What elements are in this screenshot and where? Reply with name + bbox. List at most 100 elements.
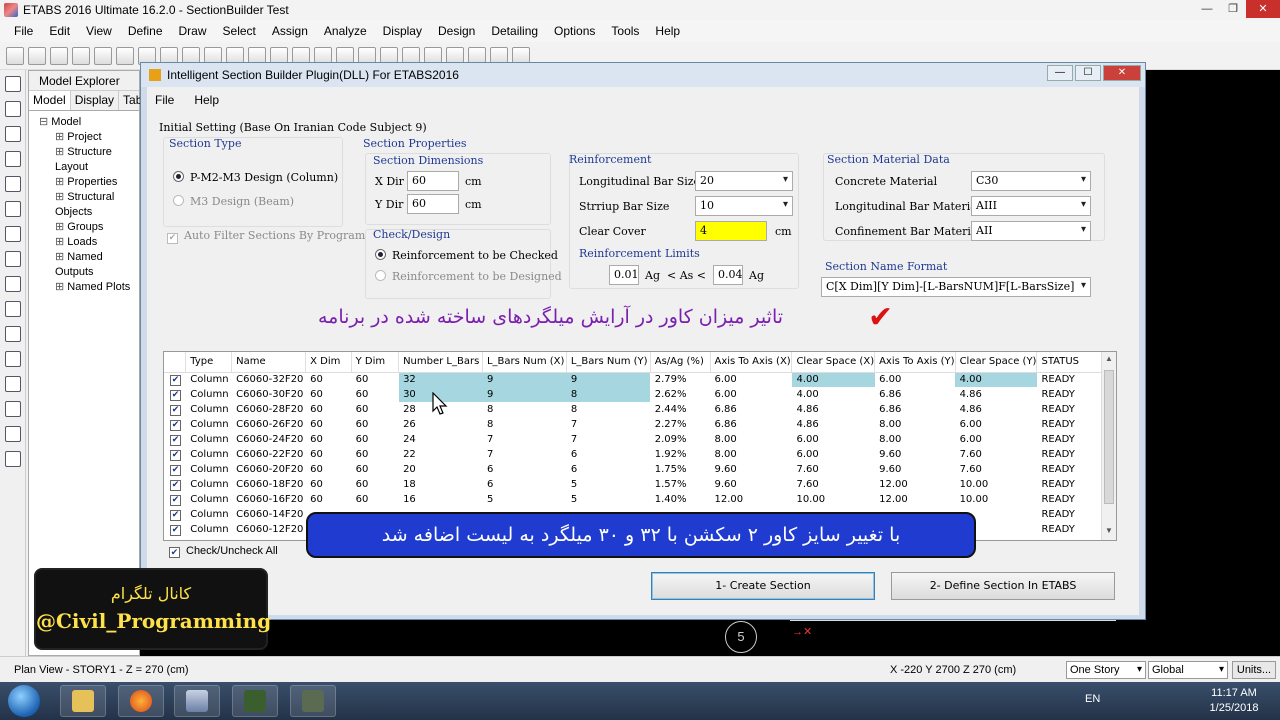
table-cell[interactable]: 4.00 (791, 372, 875, 387)
draw-beam-icon[interactable] (5, 201, 21, 217)
tree-item-structure-layout[interactable]: Structure Layout (39, 145, 139, 175)
table-cell[interactable]: 6 (566, 462, 650, 477)
table-cell[interactable]: C6060-12F20 (232, 522, 306, 537)
table-cell[interactable]: 2.62% (650, 387, 710, 402)
table-cell[interactable]: 22 (399, 447, 483, 462)
table-cell[interactable]: 60 (306, 387, 352, 402)
long-bar-size-select[interactable]: 20 (695, 171, 793, 191)
col-axis-y[interactable]: Axis To Axis (Y) (874, 352, 956, 373)
table-cell[interactable]: 6.00 (875, 372, 955, 387)
close-button[interactable]: ✕ (1246, 0, 1280, 18)
table-cell[interactable]: 9 (482, 387, 567, 402)
table-cell[interactable]: Column (186, 402, 232, 417)
table-cell[interactable]: 60 (351, 462, 398, 477)
scroll-down-icon[interactable]: ▼ (1105, 526, 1113, 535)
table-cell[interactable]: 4.86 (955, 402, 1037, 417)
tree-item-structural-objects[interactable]: Structural Objects (39, 190, 139, 220)
table-cell[interactable]: 6.00 (955, 417, 1037, 432)
tree-item-groups[interactable]: Groups (39, 220, 139, 235)
table-cell[interactable]: C6060-24F20 (232, 432, 306, 447)
table-cell[interactable]: 9.60 (875, 462, 955, 477)
table-row[interactable]: ✔ Column C6060-30F20 60 60 30 9 8 2.62% 6.00 4.00 6… (164, 387, 1116, 402)
row-checkbox[interactable]: ✔ (164, 417, 186, 432)
menu-view[interactable]: View (78, 24, 120, 38)
table-cell[interactable]: 6 (482, 477, 566, 492)
row-checkbox[interactable]: ✔ (164, 447, 186, 462)
table-cell[interactable]: 60 (351, 432, 398, 447)
table-cell[interactable]: C6060-18F20 (232, 477, 306, 492)
table-cell[interactable]: Column (186, 447, 232, 462)
etabs-task-icon[interactable] (174, 685, 220, 717)
table-cell[interactable]: 6 (482, 462, 566, 477)
open-icon[interactable] (28, 46, 46, 65)
table-cell[interactable]: 8 (566, 402, 650, 417)
dialog-menu-file[interactable]: File (155, 93, 174, 107)
table-cell[interactable]: 60 (351, 447, 398, 462)
row-checkbox[interactable]: ✔ (164, 372, 186, 387)
draw-support-icon[interactable] (5, 426, 21, 442)
table-cell[interactable]: 5 (482, 492, 566, 507)
table-cell[interactable]: Column (186, 492, 232, 507)
table-cell[interactable]: 2.79% (650, 372, 710, 387)
menu-help[interactable]: Help (647, 24, 688, 38)
menu-design[interactable]: Design (430, 24, 483, 38)
undo-icon[interactable] (72, 46, 90, 65)
table-cell[interactable]: Column (186, 387, 232, 402)
table-cell[interactable]: C6060-32F20 (232, 372, 306, 387)
new-model-icon[interactable] (6, 46, 24, 65)
table-cell[interactable]: 6 (566, 447, 650, 462)
table-cell[interactable]: 60 (306, 402, 352, 417)
table-cell[interactable]: 8.00 (710, 447, 792, 462)
row-checkbox[interactable]: ✔ (164, 477, 186, 492)
table-cell[interactable]: 1.40% (650, 492, 710, 507)
table-cell[interactable]: 4.00 (955, 372, 1037, 387)
table-cell[interactable]: 18 (399, 477, 483, 492)
menu-draw[interactable]: Draw (171, 24, 215, 38)
table-cell[interactable]: 7 (482, 432, 566, 447)
draw-brace-icon[interactable] (5, 151, 21, 167)
language-indicator[interactable]: EN (1085, 693, 1100, 705)
row-checkbox[interactable]: ✔ (164, 387, 186, 402)
row-checkbox[interactable]: ✔ (164, 462, 186, 477)
confinement-material-select[interactable]: AII (971, 221, 1091, 241)
table-cell[interactable]: 60 (351, 492, 398, 507)
dialog-maximize-button[interactable]: ☐ (1075, 65, 1101, 81)
table-cell[interactable]: Column (186, 417, 232, 432)
draw-wall-icon[interactable] (5, 326, 21, 342)
x-dir-input[interactable]: 60 (407, 171, 459, 191)
table-cell[interactable]: 60 (306, 447, 352, 462)
tree-item-named-outputs[interactable]: Named Outputs (39, 250, 139, 280)
table-cell[interactable]: 1.75% (650, 462, 710, 477)
table-row[interactable]: ✔ Column C6060-24F20 60 60 24 7 7 2.09% 8.00 6.00 8… (164, 432, 1116, 447)
menu-display[interactable]: Display (375, 24, 430, 38)
row-checkbox[interactable]: ✔ (164, 402, 186, 417)
table-cell[interactable]: 5 (566, 492, 650, 507)
table-row[interactable]: ✔ Column C6060-28F20 60 60 28 8 8 2.44% 6.86 4.86 6… (164, 402, 1116, 417)
draw-grid-icon[interactable] (5, 401, 21, 417)
table-vertical-scrollbar[interactable]: ▲ ▼ (1101, 352, 1116, 540)
table-cell[interactable]: 60 (306, 492, 352, 507)
col-axis-x[interactable]: Axis To Axis (X) (710, 352, 793, 373)
table-row[interactable]: ✔ Column C6060-18F20 60 60 18 6 5 1.57% 9.60 7.60 1… (164, 477, 1116, 492)
table-row[interactable]: ✔ Column C6060-16F20 60 60 16 5 5 1.40% 12.00 10.0… (164, 492, 1116, 507)
table-cell[interactable]: 10.00 (955, 492, 1037, 507)
table-cell[interactable]: 7.60 (792, 477, 875, 492)
menu-tools[interactable]: Tools (603, 24, 647, 38)
table-cell[interactable]: 9.60 (710, 462, 792, 477)
tree-item-loads[interactable]: Loads (39, 235, 139, 250)
table-cell[interactable]: 9 (482, 372, 567, 387)
table-cell[interactable]: 8.00 (875, 432, 955, 447)
table-cell[interactable]: 32 (398, 372, 483, 387)
draw-spring-icon[interactable] (5, 451, 21, 467)
row-checkbox[interactable]: ✔ (164, 522, 186, 537)
concrete-material-select[interactable]: C30 (971, 171, 1091, 191)
units-button[interactable]: Units... (1232, 661, 1276, 679)
table-cell[interactable]: 1.92% (650, 447, 710, 462)
table-cell[interactable]: 6.86 (875, 387, 955, 402)
scroll-up-icon[interactable]: ▲ (1105, 354, 1113, 363)
table-cell[interactable]: 8 (482, 417, 566, 432)
clear-cover-input[interactable]: 4 (695, 221, 767, 241)
dialog-menu-help[interactable]: Help (194, 93, 219, 107)
table-cell[interactable]: 12.00 (875, 492, 955, 507)
table-cell[interactable]: 6.00 (710, 372, 792, 387)
